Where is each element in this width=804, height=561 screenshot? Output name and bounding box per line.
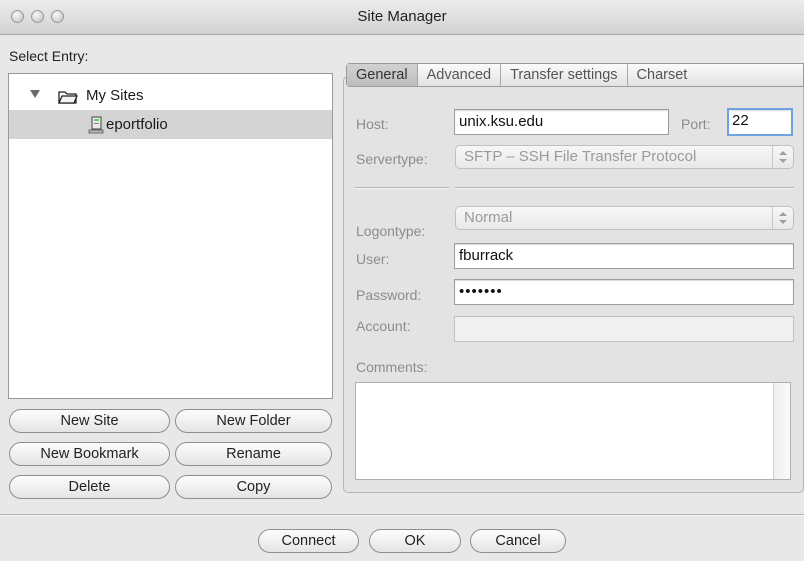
password-input[interactable]: ••••••• [454,279,794,305]
servertype-select[interactable]: SFTP – SSH File Transfer Protocol [455,145,794,169]
select-entry-label: Select Entry: [9,48,89,64]
account-label: Account: [356,318,411,334]
select-arrows-icon [772,207,793,229]
host-label: Host: [356,116,389,132]
user-label: User: [356,251,390,267]
comments-textarea[interactable] [355,382,791,480]
new-bookmark-button[interactable]: New Bookmark [9,442,170,466]
host-input[interactable]: unix.ksu.edu [454,109,669,135]
tree-item-my-sites[interactable]: My Sites [9,81,332,110]
delete-button[interactable]: Delete [9,475,170,499]
folder-icon [58,91,78,104]
tab-transfer-settings[interactable]: Transfer settings [501,64,628,86]
logontype-value: Normal [464,209,513,226]
comments-scrollbar[interactable] [773,383,790,479]
disclosure-triangle-icon[interactable] [30,90,40,98]
port-input[interactable]: 22 [727,108,793,136]
port-label: Port: [681,116,711,132]
new-folder-button[interactable]: New Folder [175,409,332,433]
window-title: Site Manager [357,8,447,25]
select-arrows-icon [772,146,793,168]
tree-item-label: My Sites [86,87,144,104]
server-icon [88,116,104,134]
title-bar: Site Manager [0,0,804,35]
account-input[interactable] [454,316,794,342]
new-site-button[interactable]: New Site [9,409,170,433]
site-tree[interactable]: My Sites eportfolio [8,73,333,399]
cancel-button[interactable]: Cancel [470,529,566,553]
tab-charset[interactable]: Charset [628,64,697,86]
footer-divider [0,514,804,516]
servertype-label: Servertype: [356,151,428,167]
tab-advanced[interactable]: Advanced [418,64,502,86]
tab-bar: General Advanced Transfer settings Chars… [346,63,804,87]
password-label: Password: [356,287,422,303]
divider [355,187,449,189]
user-input[interactable]: fburrack [454,243,794,269]
servertype-value: SFTP – SSH File Transfer Protocol [464,148,697,165]
logontype-label: Logontype: [356,223,426,239]
tree-item-label: eportfolio [106,116,168,133]
tree-item-eportfolio[interactable]: eportfolio [9,110,332,139]
divider [455,187,794,189]
rename-button[interactable]: Rename [175,442,332,466]
copy-button[interactable]: Copy [175,475,332,499]
tab-general[interactable]: General [347,64,418,86]
logontype-select[interactable]: Normal [455,206,794,230]
comments-label: Comments: [356,359,428,375]
connect-button[interactable]: Connect [258,529,359,553]
ok-button[interactable]: OK [369,529,461,553]
